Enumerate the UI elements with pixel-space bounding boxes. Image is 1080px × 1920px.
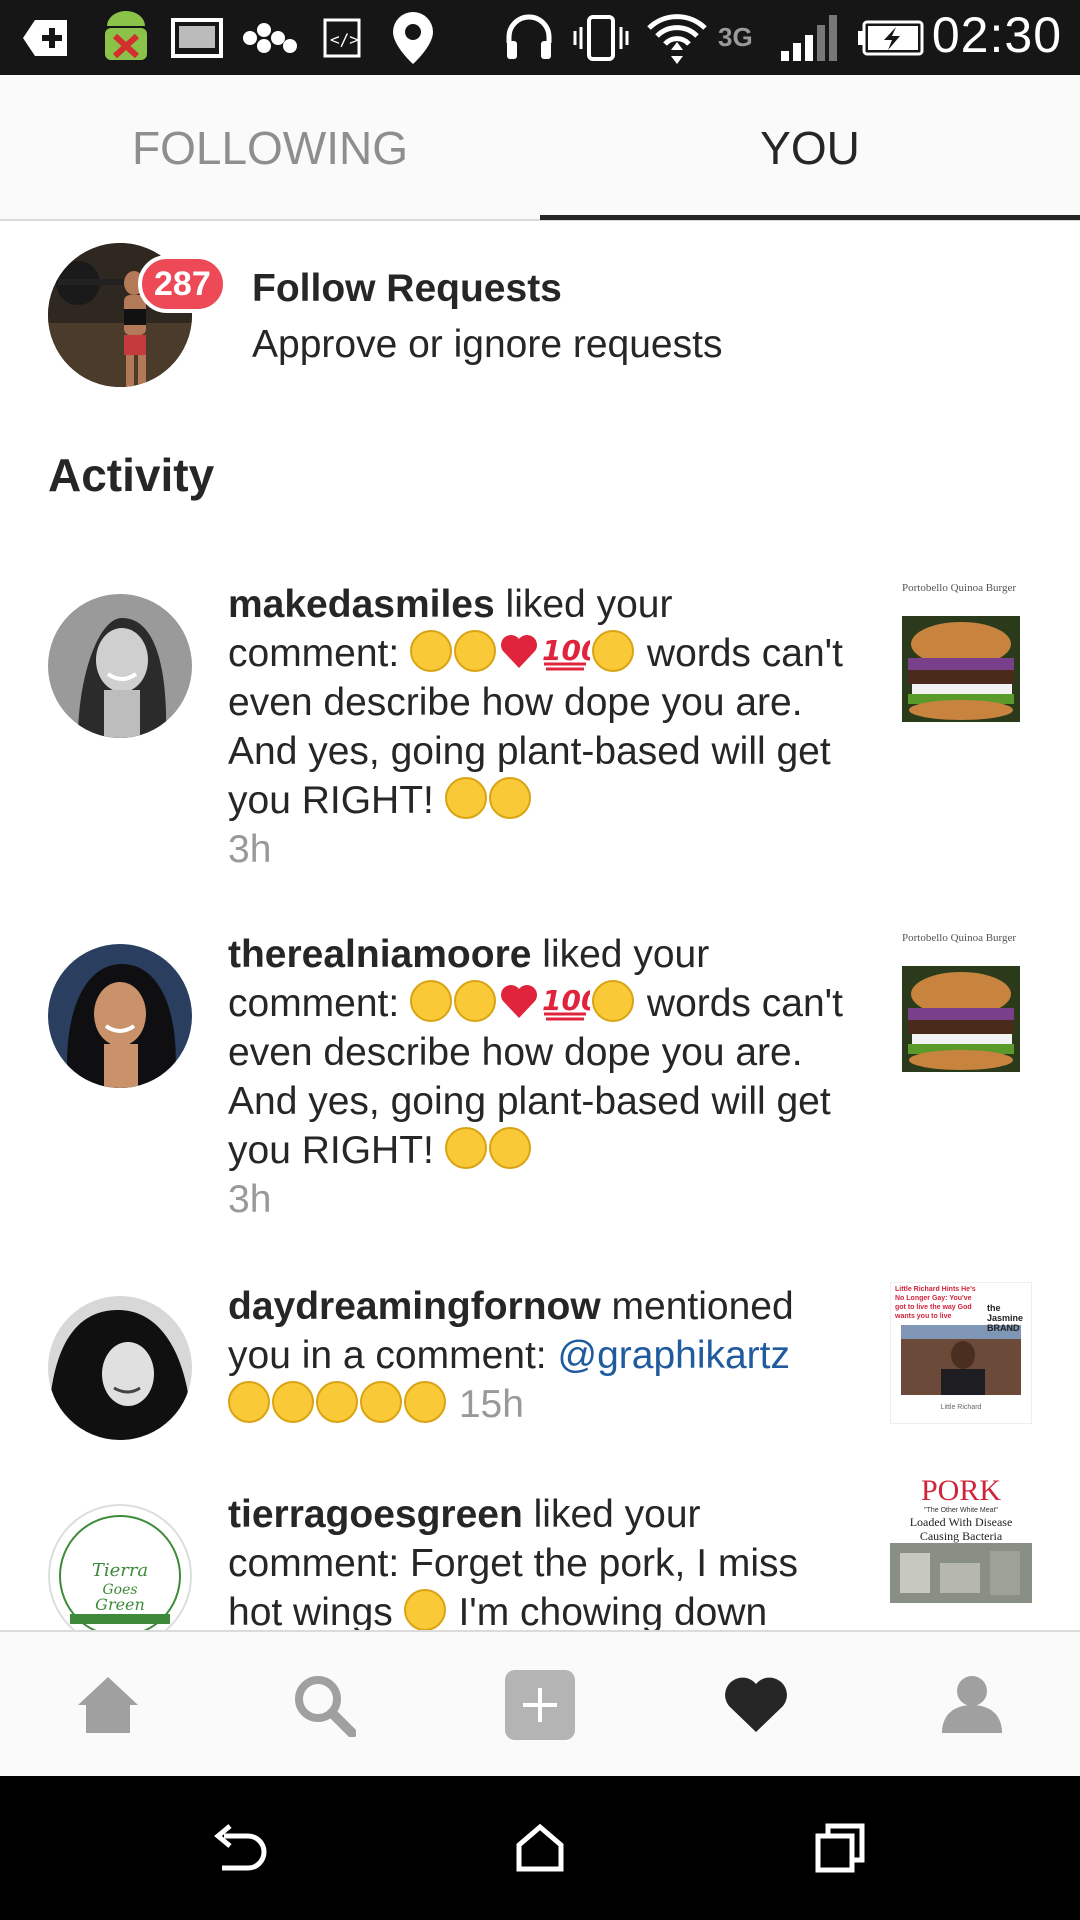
emoji-joy-icon (404, 1381, 446, 1423)
thumbnail-footer: Little Richard (940, 1404, 982, 1411)
activity-heading: Activity (48, 449, 215, 501)
tab-you[interactable]: YOU (540, 75, 1080, 221)
emoji-100-icon: 100 (542, 630, 601, 672)
timestamp: 15h (458, 1383, 524, 1426)
activity-tabs: FOLLOWING YOU (0, 75, 1080, 221)
clock: 02:30 (931, 7, 1062, 63)
factory-photo (890, 1543, 1032, 1603)
emoji-yum-icon (592, 980, 635, 1022)
activity-text: tierragoesgreen liked your comment: Forg… (228, 1490, 848, 1630)
avatar[interactable] (48, 944, 192, 1088)
network-type: 3G (718, 22, 753, 52)
avatar[interactable] (48, 1296, 192, 1440)
emoji-joy-icon (360, 1381, 402, 1423)
post-thumbnail[interactable]: Little Richard Hints He's No Longer Gay:… (890, 1282, 1032, 1424)
activity-feed[interactable]: makedasmiles liked your comment: 100 wor… (0, 560, 1080, 1630)
battery-icon (858, 10, 926, 66)
vibrate-icon (570, 10, 632, 66)
mention-link[interactable]: @graphikartz (557, 1334, 790, 1377)
dots-icon (240, 10, 300, 66)
activity-item[interactable]: makedasmiles liked your comment: 100 wor… (0, 580, 1080, 890)
thumbnail-caption: Portobello Quinoa Burger (902, 582, 1017, 594)
emoji-weary-icon (410, 630, 453, 672)
emoji-weary-icon (454, 980, 497, 1022)
home-icon[interactable] (0, 1632, 216, 1778)
thumbnail-headline: PORK (920, 1476, 1002, 1507)
emoji-grin-icon (444, 1127, 487, 1169)
location-icon (388, 10, 438, 66)
tab-selected-indicator (540, 215, 1080, 220)
add-post-icon[interactable] (432, 1632, 648, 1778)
news-photo (901, 1325, 1021, 1395)
svg-text:100: 100 (542, 984, 590, 1017)
status-bar: </> 3G 02:30 (0, 0, 1080, 75)
post-thumbnail[interactable]: Portobello Quinoa Burger (890, 930, 1032, 1072)
activity-text: therealniamoore liked your comment: 100 … (228, 930, 848, 1224)
activity-text: makedasmiles liked your comment: 100 wor… (228, 580, 848, 874)
username[interactable]: makedasmiles (228, 583, 495, 626)
emoji-heart-icon (498, 980, 540, 1022)
system-nav-bar (0, 1776, 1080, 1920)
follow-requests-row[interactable]: 287 Follow Requests Approve or ignore re… (0, 225, 1080, 405)
headset-icon (502, 10, 556, 66)
post-thumbnail[interactable]: Portobello Quinoa Burger (890, 580, 1032, 722)
avatar[interactable] (48, 594, 192, 738)
activity-item[interactable]: therealniamoore liked your comment: 100 … (0, 930, 1080, 1240)
emoji-100-icon: 100 (542, 980, 601, 1022)
avatar[interactable]: Tierra Goes Green (48, 1504, 192, 1630)
svg-text:100: 100 (542, 634, 590, 667)
add-icon (20, 10, 70, 66)
activity-heart-icon[interactable] (648, 1632, 864, 1778)
post-thumbnail[interactable]: PORK "The Other White Meat" Loaded With … (890, 1476, 1032, 1618)
burger-image (902, 616, 1020, 722)
tab-following[interactable]: FOLLOWING (0, 75, 540, 221)
svg-text:Tierra: Tierra (92, 1560, 148, 1581)
activity-text: daydreamingfornow mentioned you in a com… (228, 1282, 848, 1429)
timestamp: 3h (228, 828, 272, 871)
activity-item[interactable]: daydreamingfornow mentioned you in a com… (0, 1282, 1080, 1462)
emoji-weary-icon (410, 980, 453, 1022)
thumbnail-sub2: Loaded With Disease Causing Bacteria (909, 1515, 1013, 1543)
wifi-icon (644, 10, 710, 66)
follow-requests-count-badge: 287 (138, 255, 227, 313)
username[interactable]: therealniamoore (228, 933, 531, 976)
code-icon: </> (322, 10, 362, 66)
activity-item[interactable]: Tierra Goes Green tierragoesgreen liked yo… (0, 1476, 1080, 1630)
svg-text:</>: </> (330, 30, 359, 49)
thumbnail-sub: "The Other White Meat" (924, 1507, 998, 1514)
emoji-weary-icon (454, 630, 497, 672)
emoji-grin-icon (444, 777, 487, 819)
follow-requests-subtitle: Approve or ignore requests (252, 323, 723, 366)
timestamp: 3h (228, 1178, 272, 1221)
comment-text: I'm chowing down (447, 1591, 768, 1630)
svg-text:Green: Green (95, 1595, 145, 1614)
emoji-joy-icon (272, 1381, 314, 1423)
emoji-joy-icon (316, 1381, 358, 1423)
image-icon (170, 10, 224, 66)
thumbnail-brand: the Jasmine BRAND (987, 1303, 1024, 1333)
recents-icon[interactable] (660, 1776, 1020, 1920)
search-icon[interactable] (216, 1632, 432, 1778)
username[interactable]: daydreamingfornow (228, 1285, 601, 1328)
username[interactable]: tierragoesgreen (228, 1493, 523, 1536)
burger-image (902, 966, 1020, 1072)
thumbnail-caption: Portobello Quinoa Burger (902, 932, 1017, 944)
emoji-smile-icon (488, 777, 531, 819)
android-icon (98, 10, 154, 66)
profile-icon[interactable] (864, 1632, 1080, 1778)
emoji-crying-icon (403, 1589, 446, 1630)
signal-icon (778, 10, 842, 66)
thumbnail-headline: Little Richard Hints He's No Longer Gay:… (895, 1286, 976, 1320)
emoji-heart-icon (498, 630, 540, 672)
bottom-nav (0, 1630, 1080, 1776)
emoji-smile-icon (488, 1127, 531, 1169)
emoji-joy-icon (228, 1381, 270, 1423)
follow-requests-title: Follow Requests (252, 267, 562, 310)
emoji-yum-icon (592, 630, 635, 672)
